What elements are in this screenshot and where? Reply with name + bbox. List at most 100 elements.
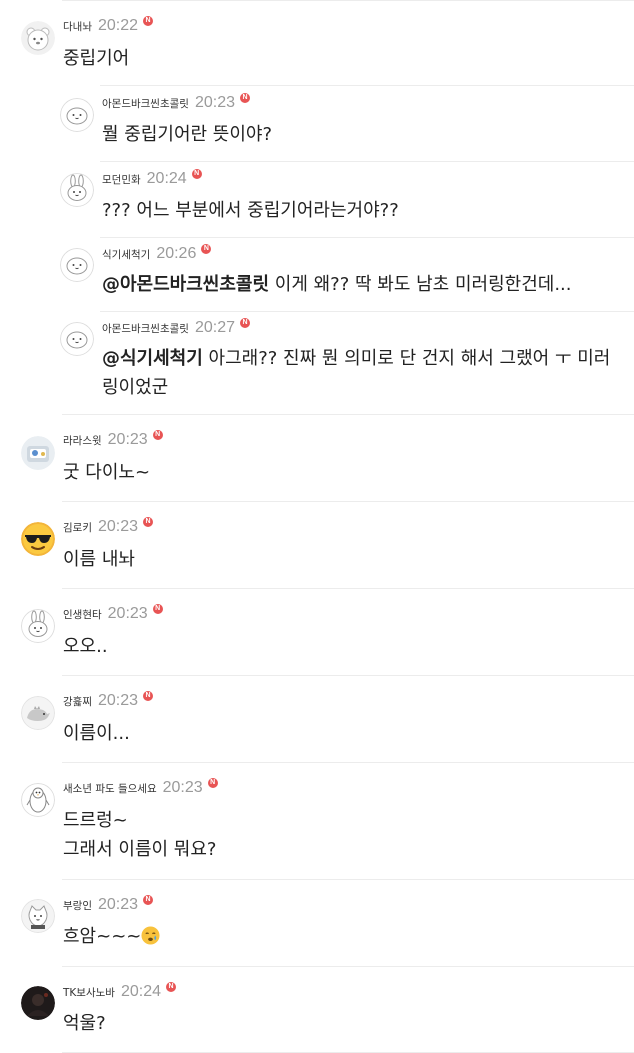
new-badge: N <box>152 430 163 440</box>
timestamp: 20:23 <box>97 692 139 709</box>
photo-icon <box>21 436 55 470</box>
avatar[interactable] <box>60 173 94 207</box>
ghost-icon <box>60 248 94 282</box>
new-badge: N <box>240 318 250 328</box>
nickname[interactable]: 다내놔 <box>63 19 92 34</box>
nickname[interactable]: 아몬드바크씬초콜릿 <box>102 96 189 111</box>
divider <box>62 966 634 967</box>
comment-meta: 인생현타 20:23 N <box>63 604 163 623</box>
avatar[interactable] <box>21 21 55 55</box>
comment-text: 이름이... <box>63 723 130 744</box>
comment-meta: 새소년 파도 들으세요 20:23 N <box>63 778 218 797</box>
timestamp: 20:26 <box>156 245 197 262</box>
nickname[interactable]: 라라스윗 <box>63 433 102 448</box>
comment-text-line: 드르렁~ <box>63 810 128 831</box>
avatar[interactable] <box>60 248 94 282</box>
avatar[interactable] <box>21 986 55 1020</box>
nickname[interactable]: 새소년 파도 들으세요 <box>63 781 157 796</box>
dinosaur-icon <box>21 696 55 730</box>
nickname[interactable]: 강흁찌 <box>63 694 92 709</box>
new-badge: N <box>143 691 154 701</box>
avatar[interactable] <box>60 98 94 132</box>
comment-meta: 김로키 20:23 N <box>63 517 154 536</box>
timestamp: 20:24 <box>120 983 161 1000</box>
comment-meta: 식기세척기 20:26 N <box>102 244 212 263</box>
comment-text: 흐암~~~ <box>63 922 618 951</box>
comment-text: 이름 내놔 <box>63 549 135 570</box>
new-badge: N <box>152 604 163 614</box>
divider <box>100 311 634 312</box>
avatar[interactable] <box>21 436 55 470</box>
comment-text: 억울? <box>63 1013 106 1034</box>
nickname[interactable]: 인생현타 <box>63 607 102 622</box>
comment-text-line: 그래서 이름이 뭐요? <box>63 839 217 860</box>
nickname[interactable]: 부랑인 <box>63 898 92 913</box>
sleepy-face-icon <box>141 926 160 945</box>
comment-text-rest: 흐암~~~ <box>63 926 142 947</box>
comment-text-rest: 이게 왜?? 딱 봐도 남초 미러링한건데... <box>269 274 572 295</box>
comment-text: 중립기어 <box>63 48 130 69</box>
timestamp: 20:27 <box>194 319 235 336</box>
ghost-icon <box>60 322 94 356</box>
new-badge: N <box>143 16 154 26</box>
comment-text: @식기세척기 아그래?? 진짜 뭔 의미로 단 건지 해서 그랬어 ㅜ 미러링이… <box>102 344 618 402</box>
comment-text: 뭘 중립기어란 뜻이야? <box>102 124 273 145</box>
new-badge: N <box>207 778 218 788</box>
comment-text: @아몬드바크씬초콜릿 이게 왜?? 딱 봐도 남초 미러링한건데... <box>102 270 618 299</box>
mention-link[interactable]: @아몬드바크씬초콜릿 <box>102 274 269 295</box>
new-badge: N <box>240 93 250 103</box>
new-badge: N <box>201 244 212 254</box>
divider <box>62 879 634 880</box>
comment-meta: 부랑인 20:23 N <box>63 895 154 914</box>
comment-meta: 아몬드바크씬초콜릿 20:27 N <box>102 318 250 337</box>
timestamp: 20:23 <box>97 896 139 913</box>
avatar[interactable] <box>21 783 55 817</box>
comment-meta: 모던민화 20:24 N <box>102 169 202 188</box>
timestamp: 20:22 <box>97 17 139 34</box>
nickname[interactable]: 식기세척기 <box>102 247 150 262</box>
nickname[interactable]: 아몬드바크씬초콜릿 <box>102 321 189 336</box>
timestamp: 20:23 <box>194 94 235 111</box>
divider <box>62 0 634 1</box>
divider <box>62 501 634 502</box>
new-badge: N <box>143 895 154 905</box>
avatar[interactable] <box>21 696 55 730</box>
rabbit-icon <box>21 609 55 643</box>
timestamp: 20:23 <box>162 779 203 796</box>
comment-text: 드르렁~ 그래서 이름이 뭐요? <box>63 806 618 864</box>
divider <box>62 588 634 589</box>
divider <box>62 414 634 415</box>
avatar[interactable] <box>21 609 55 643</box>
comment-text: 굿 다이노~ <box>63 462 151 483</box>
divider <box>62 762 634 763</box>
comment-text: 오오.. <box>63 636 108 657</box>
comment-meta: 라라스윗 20:23 N <box>63 430 163 449</box>
timestamp: 20:23 <box>107 431 148 448</box>
comment-meta: 다내놔 20:22 N <box>63 16 154 35</box>
bear-icon <box>21 21 55 55</box>
avatar[interactable] <box>60 322 94 356</box>
divider <box>100 85 634 86</box>
timestamp: 20:24 <box>146 170 187 187</box>
avatar[interactable] <box>21 899 55 933</box>
comment-meta: 강흁찌 20:23 N <box>63 691 154 710</box>
timestamp: 20:23 <box>107 605 148 622</box>
new-badge: N <box>191 169 202 179</box>
mention-link[interactable]: @식기세척기 <box>102 348 203 369</box>
cat-icon <box>21 899 55 933</box>
timestamp: 20:23 <box>97 518 139 535</box>
comment-text: ??? 어느 부분에서 중립기어라는거야?? <box>102 200 399 221</box>
ghost-icon <box>60 98 94 132</box>
divider <box>62 675 634 676</box>
divider <box>100 161 634 162</box>
nickname[interactable]: TK보사노바 <box>63 985 115 1000</box>
rabbit-icon <box>60 173 94 207</box>
comment-meta: TK보사노바 20:24 N <box>63 982 176 1001</box>
avatar[interactable] <box>21 522 55 556</box>
divider <box>100 237 634 238</box>
nickname[interactable]: 모던민화 <box>102 172 141 187</box>
new-badge: N <box>143 517 154 527</box>
new-badge: N <box>166 982 176 992</box>
nickname[interactable]: 김로키 <box>63 520 92 535</box>
dark-photo-icon <box>21 986 55 1020</box>
